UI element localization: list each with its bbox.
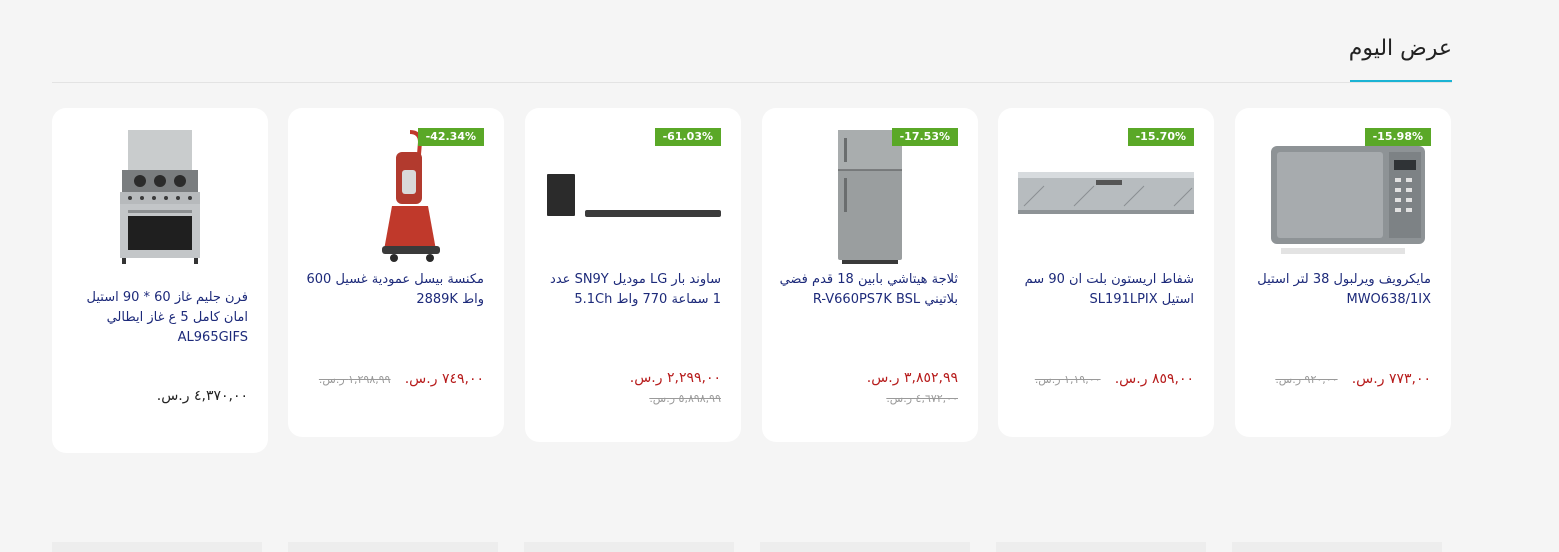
sale-price: ٢,٢٩٩,٠٠ ر.س.	[629, 370, 721, 386]
original-price: ١,٢٩٨,٩٩ ر.س.	[318, 373, 391, 386]
product-card-microwave[interactable]: -15.98% مايكرويف ويرلبول 38 لتر استيل MW…	[1235, 108, 1451, 437]
price-row: ٤,٣٧٠,٠٠ ر.س.	[64, 388, 248, 404]
product-name[interactable]: مايكرويف ويرلبول 38 لتر استيل MWO638/1IX	[1249, 270, 1431, 310]
product-card-vacuum[interactable]: -42.34% مكنسة بيسل عمودية غسيل 600 واط 2…	[288, 108, 504, 437]
product-name[interactable]: فرن جليم غاز 60 * 90 استيل امان كامل 5 ع…	[66, 288, 248, 348]
price-row: ٧٧٣,٠٠ ر.س. ٩٢٠,٠٠ ر.س.	[1247, 371, 1431, 387]
hood-image[interactable]	[1014, 126, 1198, 268]
product-name[interactable]: مكنسة بيسل عمودية غسيل 600 واط 2889K	[302, 270, 484, 310]
discount-badge: -15.70%	[1127, 128, 1194, 146]
price-row: ٧٤٩,٠٠ ر.س. ١,٢٩٨,٩٩ ر.س.	[300, 371, 484, 387]
next-section-preview	[52, 542, 1452, 552]
fridge-image[interactable]	[778, 126, 962, 268]
product-name[interactable]: ثلاجة هيتاشي بابين 18 قدم فضي بلاتيني R-…	[776, 270, 958, 310]
sale-price: ٣,٨٥٢,٩٩ ر.س.	[866, 370, 958, 386]
product-name[interactable]: شفاط اريستون بلت ان 90 سم استيل SL191LPI…	[1012, 270, 1194, 310]
price-row: ٨٥٩,٠٠ ر.س. ١,١٩,٠٠ ر.س.	[1010, 371, 1194, 387]
sale-price: ٧٧٣,٠٠ ر.س.	[1351, 371, 1431, 387]
oven-image[interactable]	[68, 126, 252, 268]
section-divider	[52, 82, 1452, 83]
product-card-soundbar[interactable]: -61.03% ساوند بار LG موديل SN9Y عدد 1 سم…	[525, 108, 741, 442]
discount-badge: -15.98%	[1364, 128, 1431, 146]
price-row: ٣,٨٥٢,٩٩ ر.س. ٤,٦٧٢,٠٠ ر.س.	[774, 370, 958, 405]
discount-badge: -17.53%	[891, 128, 958, 146]
sale-price: ٨٥٩,٠٠ ر.س.	[1114, 371, 1194, 387]
soundbar-image[interactable]	[541, 126, 725, 268]
microwave-image[interactable]	[1251, 126, 1435, 268]
product-card-oven[interactable]: فرن جليم غاز 60 * 90 استيل امان كامل 5 ع…	[52, 108, 268, 453]
price: ٤,٣٧٠,٠٠ ر.س.	[156, 388, 248, 404]
discount-badge: -42.34%	[417, 128, 484, 146]
section-title: عرض اليوم	[1348, 36, 1452, 61]
discount-badge: -61.03%	[654, 128, 721, 146]
original-price: ٥,٨٩٨,٩٩ ر.س.	[649, 392, 721, 405]
original-price: ٤,٦٧٢,٠٠ ر.س.	[886, 392, 958, 405]
vacuum-image[interactable]	[304, 126, 488, 268]
original-price: ١,١٩,٠٠ ر.س.	[1034, 373, 1101, 386]
product-card-fridge[interactable]: -17.53% ثلاجة هيتاشي بابين 18 قدم فضي بل…	[762, 108, 978, 442]
original-price: ٩٢٠,٠٠ ر.س.	[1275, 373, 1338, 386]
sale-price: ٧٤٩,٠٠ ر.س.	[404, 371, 484, 387]
product-name[interactable]: ساوند بار LG موديل SN9Y عدد 1 سماعة 770 …	[539, 270, 721, 310]
price-row: ٢,٢٩٩,٠٠ ر.س. ٥,٨٩٨,٩٩ ر.س.	[537, 370, 721, 405]
product-card-hood[interactable]: -15.70% شفاط اريستون بلت ان 90 سم استيل …	[998, 108, 1214, 437]
